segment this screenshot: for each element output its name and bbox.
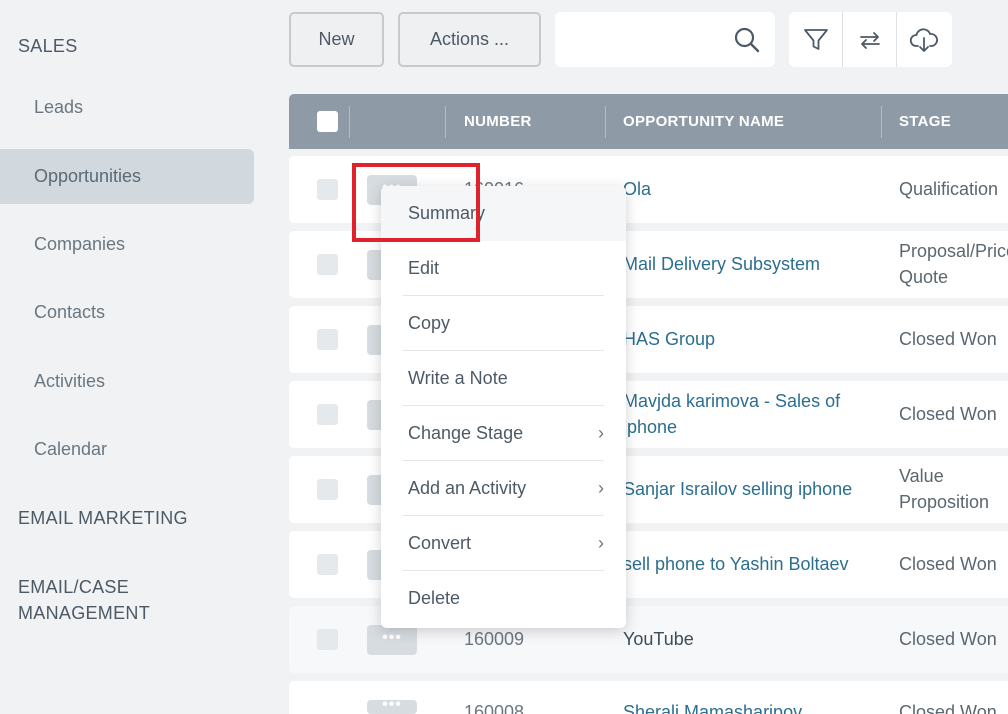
row-stage: Closed Won (899, 629, 997, 649)
row-name-line1: Mavjda karimova - Sales of (623, 391, 841, 411)
row-stage-line2: Proposition (899, 492, 990, 512)
column-header-number[interactable]: NUMBER (464, 94, 532, 149)
more-dots-icon[interactable]: ••• (367, 625, 417, 655)
sidebar-item-opportunities[interactable]: Opportunities (0, 149, 254, 204)
row-stage: Closed Won (899, 404, 997, 424)
row-stage-line1: Proposal/Price (899, 241, 1008, 261)
new-button[interactable]: New (289, 12, 384, 67)
sidebar-item-activities[interactable]: Activities (0, 354, 254, 409)
table-header: NUMBER OPPORTUNITY NAME STAGE (289, 94, 1008, 149)
row-number: 160008 (464, 702, 525, 714)
row-checkbox[interactable] (317, 254, 338, 275)
menu-item-add-activity[interactable]: Add an Activity › (403, 461, 604, 516)
column-header-opportunity-name[interactable]: OPPORTUNITY NAME (623, 94, 784, 149)
row-opportunity-name[interactable]: YouTube (623, 626, 873, 652)
row-stage: Qualification (899, 179, 999, 199)
search-input[interactable] (555, 12, 725, 67)
menu-item-delete[interactable]: Delete (403, 571, 604, 626)
sidebar-section-label-line2: MANAGEMENT (18, 603, 151, 623)
chevron-right-icon: › (598, 533, 604, 553)
sidebar-item-calendar[interactable]: Calendar (0, 422, 254, 477)
row-checkbox[interactable] (317, 554, 338, 575)
sync-icon (859, 31, 880, 49)
sidebar-section-email-case-management[interactable]: EMAIL/CASE MANAGEMENT (18, 574, 150, 626)
row-checkbox[interactable] (317, 329, 338, 350)
column-separator (349, 106, 350, 138)
chevron-right-icon: › (598, 478, 604, 498)
column-separator (605, 106, 606, 138)
menu-item-edit[interactable]: Edit (403, 241, 604, 296)
download-button[interactable] (897, 12, 951, 67)
menu-item-copy[interactable]: Copy (403, 296, 604, 351)
column-header-stage[interactable]: STAGE (899, 94, 951, 149)
toolbar-icon-group (789, 12, 952, 67)
search-icon[interactable] (733, 26, 761, 54)
sidebar-section-label-line1: EMAIL/CASE (18, 577, 130, 597)
row-stage-line1: Value (899, 466, 944, 486)
column-separator (445, 106, 446, 138)
cloud-download-icon (909, 27, 938, 52)
row-name-line2: iphone (623, 417, 678, 437)
menu-item-label: Convert (408, 533, 472, 553)
row-opportunity-name[interactable]: Sherali Mamasharipov (623, 699, 873, 714)
select-all-checkbox[interactable] (317, 111, 338, 132)
sidebar-section-email-marketing[interactable]: EMAIL MARKETING (18, 505, 188, 531)
more-dots-icon[interactable]: ••• (367, 697, 417, 714)
menu-item-summary[interactable]: Summary (381, 186, 626, 241)
filter-button[interactable] (789, 12, 843, 67)
row-opportunity-name[interactable]: sell phone to Yashin Boltaev (623, 551, 873, 577)
row-opportunity-name[interactable]: Mail Delivery Subsystem (623, 251, 873, 277)
menu-item-change-stage[interactable]: Change Stage › (403, 406, 604, 461)
row-checkbox[interactable] (317, 404, 338, 425)
row-checkbox[interactable] (317, 629, 338, 650)
menu-item-convert[interactable]: Convert › (403, 516, 604, 571)
menu-item-label: Change Stage (408, 423, 524, 443)
row-checkbox[interactable] (317, 479, 338, 500)
row-number: 160009 (464, 629, 525, 649)
table-row[interactable]: ••• 160008 Sherali Mamasharipov Closed W… (289, 681, 1008, 714)
row-stage: Proposal/Price Quote (899, 238, 1008, 290)
row-opportunity-name[interactable]: Ola (623, 176, 873, 202)
menu-item-write-note[interactable]: Write a Note (403, 351, 604, 406)
row-opportunity-name[interactable]: Sanjar Israilov selling iphone (623, 476, 873, 502)
row-stage: Closed Won (899, 554, 997, 574)
sidebar-item-companies[interactable]: Companies (0, 217, 254, 272)
sync-button[interactable] (843, 12, 897, 67)
search-box (555, 12, 775, 67)
column-separator (881, 106, 882, 138)
sidebar-item-leads[interactable]: Leads (0, 80, 254, 135)
row-stage: Closed Won (899, 702, 997, 714)
sidebar-section-sales[interactable]: SALES (18, 33, 78, 59)
actions-button[interactable]: Actions ... (398, 12, 541, 67)
row-stage: Value Proposition (899, 463, 1008, 515)
sidebar-item-contacts[interactable]: Contacts (0, 285, 254, 340)
sidebar: SALES Leads Opportunities Companies Cont… (0, 0, 270, 714)
row-stage: Closed Won (899, 329, 997, 349)
row-stage-line2: Quote (899, 267, 949, 287)
row-checkbox[interactable] (317, 179, 338, 200)
filter-icon (803, 28, 828, 50)
row-context-menu: Summary Edit Copy Write a Note Change St… (381, 186, 626, 628)
chevron-right-icon: › (598, 423, 604, 443)
row-opportunity-name[interactable]: HAS Group (623, 326, 873, 352)
row-opportunity-name[interactable]: Mavjda karimova - Sales of iphone (623, 388, 873, 440)
menu-item-label: Add an Activity (408, 478, 527, 498)
